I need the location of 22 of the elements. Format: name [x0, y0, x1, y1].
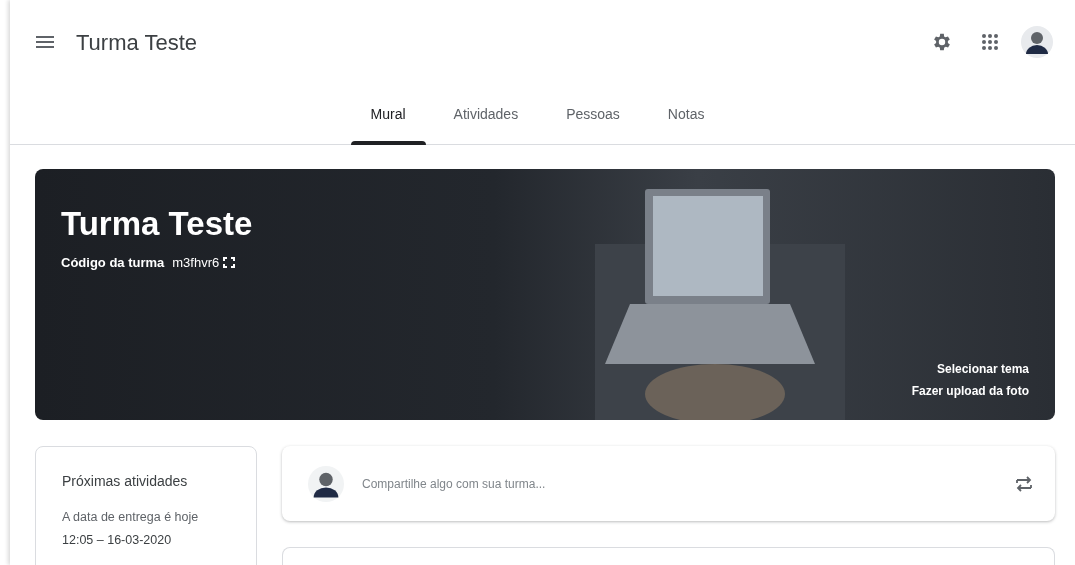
avatar-icon — [308, 465, 344, 502]
apps-grid-icon — [981, 33, 999, 51]
banner-link[interactable]: Fazer upload da foto — [911, 382, 1029, 400]
repost-icon[interactable] — [1015, 474, 1033, 493]
avatar-icon[interactable] — [1021, 26, 1053, 58]
share-box[interactable]: Compartilhe algo com sua turma... — [282, 446, 1055, 521]
tab[interactable]: Mural — [346, 84, 430, 145]
due-text: A data de entrega é hoje — [62, 509, 200, 526]
share-field[interactable]: Compartilhe algo com sua turma... — [360, 473, 999, 494]
banner-link[interactable]: Selecionar tema — [936, 360, 1029, 378]
class-code-label: Código da turma — [61, 253, 165, 272]
tab[interactable]: Notas — [643, 84, 729, 145]
fullscreen-icon[interactable] — [223, 256, 236, 268]
menu-icon — [36, 36, 54, 48]
upcoming-title: Próximas atividades — [62, 472, 189, 491]
class-code: m3fhvr6 — [172, 253, 220, 272]
due-time: 12:05 – 16-03-2020 — [62, 531, 173, 549]
tab[interactable]: Atividades — [429, 84, 543, 145]
class-title[interactable]: Turma Teste — [76, 25, 198, 59]
settings-icon — [931, 31, 953, 53]
banner-title: Turma Teste — [61, 204, 254, 244]
tab[interactable]: Pessoas — [542, 84, 644, 145]
